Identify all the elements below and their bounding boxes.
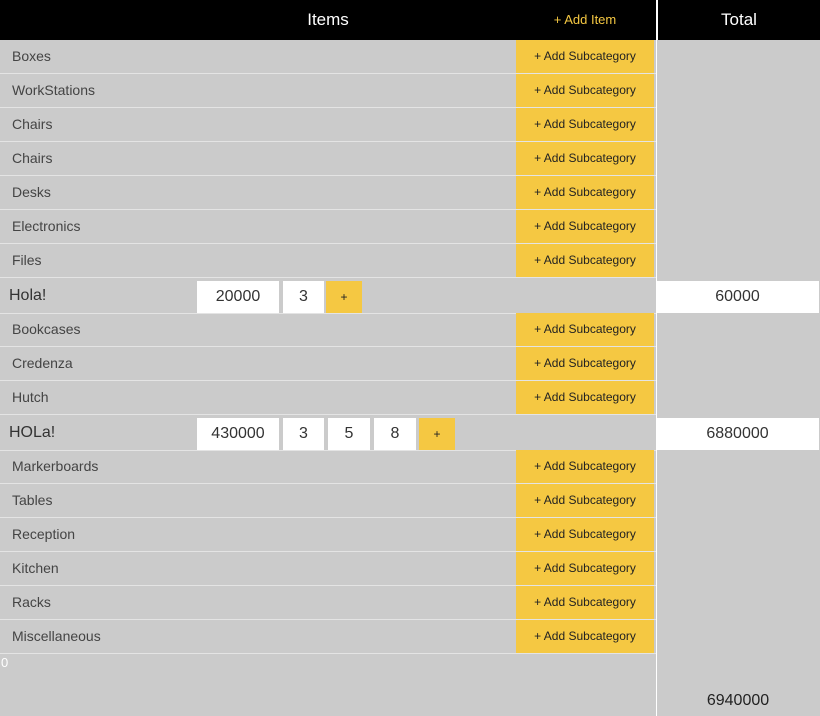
quantity-input[interactable]: 3 xyxy=(283,281,324,313)
category-label: Kitchen xyxy=(12,560,59,576)
category-label: Bookcases xyxy=(12,321,81,337)
add-subcategory-button[interactable]: + Add Subcategory xyxy=(516,620,654,653)
category-label: Reception xyxy=(12,526,76,542)
price-input[interactable]: 20000 xyxy=(197,281,279,313)
add-subcategory-button[interactable]: + Add Subcategory xyxy=(516,313,654,346)
quantity-input[interactable]: 8 xyxy=(374,418,416,450)
category-row-credenza: Credenza + Add Subcategory xyxy=(0,347,656,381)
category-row-electronics: Electronics + Add Subcategory xyxy=(0,210,656,244)
category-label: Hutch xyxy=(12,389,49,405)
category-row-tables: Tables + Add Subcategory xyxy=(0,484,656,518)
add-subcategory-button[interactable]: + Add Subcategory xyxy=(516,244,654,277)
item-name: HOLa! xyxy=(9,424,56,441)
quantity-input[interactable]: 5 xyxy=(328,418,370,450)
total-title: Total xyxy=(656,0,820,40)
add-item-button[interactable]: + Add Item xyxy=(516,0,654,40)
category-label: Tables xyxy=(12,492,53,508)
category-label: WorkStations xyxy=(12,82,95,98)
add-subcategory-button[interactable]: + Add Subcategory xyxy=(516,108,654,141)
quantity-input[interactable]: 3 xyxy=(283,418,324,450)
add-subcategory-button[interactable]: + Add Subcategory xyxy=(516,142,654,175)
category-row-bookcases: Bookcases + Add Subcategory xyxy=(0,313,656,347)
add-value-button[interactable]: + xyxy=(326,281,362,313)
add-subcategory-button[interactable]: + Add Subcategory xyxy=(516,450,654,483)
row-total-hola: 60000 xyxy=(656,281,819,313)
category-label: Chairs xyxy=(12,150,53,166)
add-subcategory-button[interactable]: + Add Subcategory xyxy=(516,347,654,380)
category-row-reception: Reception + Add Subcategory xyxy=(0,518,656,552)
item-row-hola-2: HOLa! 430000 3 5 8 + xyxy=(0,415,656,451)
category-row-markerboards: Markerboards + Add Subcategory xyxy=(0,450,656,484)
add-subcategory-button[interactable]: + Add Subcategory xyxy=(516,518,654,551)
category-row-chairs: Chairs + Add Subcategory xyxy=(0,108,656,142)
add-subcategory-button[interactable]: + Add Subcategory xyxy=(516,210,654,243)
item-row-hola: Hola! 20000 3 + xyxy=(0,278,656,314)
category-label: Chairs xyxy=(12,116,53,132)
category-row-desks: Desks + Add Subcategory xyxy=(0,176,656,210)
add-subcategory-button[interactable]: + Add Subcategory xyxy=(516,381,654,414)
table-header: Items + Add Item Total xyxy=(0,0,820,40)
add-subcategory-button[interactable]: + Add Subcategory xyxy=(516,176,654,209)
zero-counter: 0 xyxy=(1,655,9,670)
category-row-workstations: WorkStations + Add Subcategory xyxy=(0,74,656,108)
category-label: Credenza xyxy=(12,355,73,371)
grand-total: 6940000 xyxy=(706,692,770,709)
category-label: Boxes xyxy=(12,48,51,64)
items-header: Items + Add Item xyxy=(0,0,656,40)
category-row-hutch: Hutch + Add Subcategory xyxy=(0,381,656,415)
add-subcategory-button[interactable]: + Add Subcategory xyxy=(516,40,654,73)
category-label: Miscellaneous xyxy=(12,628,101,644)
category-label: Electronics xyxy=(12,218,81,234)
add-subcategory-button[interactable]: + Add Subcategory xyxy=(516,552,654,585)
category-row-chairs-2: Chairs + Add Subcategory xyxy=(0,142,656,176)
add-subcategory-button[interactable]: + Add Subcategory xyxy=(516,484,654,517)
category-row-files: Files + Add Subcategory xyxy=(0,244,656,278)
category-label: Markerboards xyxy=(12,458,99,474)
item-name: Hola! xyxy=(9,287,47,304)
add-subcategory-button[interactable]: + Add Subcategory xyxy=(516,586,654,619)
category-row-racks: Racks + Add Subcategory xyxy=(0,586,656,620)
totals-column xyxy=(656,40,820,716)
category-label: Racks xyxy=(12,594,51,610)
category-row-boxes: Boxes + Add Subcategory xyxy=(0,40,656,74)
category-row-kitchen: Kitchen + Add Subcategory xyxy=(0,552,656,586)
price-input[interactable]: 430000 xyxy=(197,418,279,450)
add-value-button[interactable]: + xyxy=(419,418,455,450)
row-total-hola-2: 6880000 xyxy=(656,418,819,450)
add-subcategory-button[interactable]: + Add Subcategory xyxy=(516,74,654,107)
category-label: Files xyxy=(12,252,42,268)
category-label: Desks xyxy=(12,184,51,200)
category-row-miscellaneous: Miscellaneous + Add Subcategory xyxy=(0,620,656,654)
